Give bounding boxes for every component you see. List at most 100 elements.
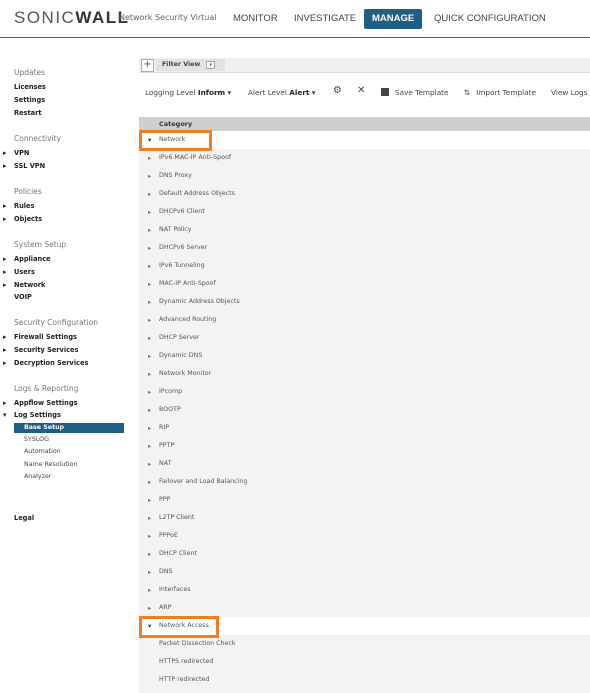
expand-toggle-icon[interactable]: ▸ bbox=[148, 347, 151, 365]
expand-toggle-icon[interactable]: ▸ bbox=[148, 329, 151, 347]
category-row[interactable]: ▸ DHCP Server bbox=[139, 329, 590, 347]
logging-level-select[interactable]: Logging Level Inform ▾ bbox=[145, 88, 231, 97]
sidebar-item-firewall-settings[interactable]: Firewall Settings bbox=[3, 333, 77, 341]
expand-toggle-icon[interactable]: ▸ bbox=[148, 257, 151, 275]
sidebar-item-appliance[interactable]: Appliance bbox=[3, 255, 50, 263]
expand-toggle-icon[interactable]: ▸ bbox=[148, 185, 151, 203]
nav-quick-configuration[interactable]: QUICK CONFIGURATION bbox=[434, 9, 546, 29]
category-row[interactable]: ▸ DHCPv6 Server bbox=[139, 239, 590, 257]
category-row[interactable]: ▸ DNS bbox=[139, 563, 590, 581]
category-row[interactable]: ▸ Dynamic DNS bbox=[139, 347, 590, 365]
sidebar-item-ssl-vpn[interactable]: SSL VPN bbox=[3, 162, 45, 170]
category-row[interactable]: ▸ IPv6 MAC-IP Anti-Spoof bbox=[139, 149, 590, 167]
expand-toggle-icon[interactable]: ▸ bbox=[148, 149, 151, 167]
expand-toggle-icon[interactable]: ▸ bbox=[148, 383, 151, 401]
category-row[interactable]: ▸ PPP bbox=[139, 491, 590, 509]
sidebar-item-appflow-settings[interactable]: Appflow Settings bbox=[3, 399, 78, 407]
expand-toggle-icon[interactable]: ▸ bbox=[148, 311, 151, 329]
add-filter-button[interactable]: + bbox=[141, 59, 154, 72]
category-row[interactable]: ▸ DHCP Client bbox=[139, 545, 590, 563]
filter-view-tab[interactable]: Filter View ▾ bbox=[156, 59, 226, 71]
category-label: Advanced Routing bbox=[159, 316, 217, 323]
category-row[interactable]: ▸ Interfaces bbox=[139, 581, 590, 599]
category-row[interactable]: ▸ BOOTP bbox=[139, 401, 590, 419]
sidebar-item-rules[interactable]: Rules bbox=[3, 202, 35, 210]
sidebar-subitem-name-resolution[interactable]: Name Resolution bbox=[24, 461, 77, 468]
view-logs-button[interactable]: View Logs bbox=[551, 88, 587, 97]
sidebar-item-security-services[interactable]: Security Services bbox=[3, 346, 78, 354]
category-label: DHCPv6 Client bbox=[159, 208, 205, 215]
expand-toggle-icon[interactable]: ▸ bbox=[148, 563, 151, 581]
category-row[interactable]: ▸ RIP bbox=[139, 419, 590, 437]
category-row[interactable]: ▸ DNS Proxy bbox=[139, 167, 590, 185]
expand-toggle-icon[interactable]: ▸ bbox=[148, 581, 151, 599]
expand-toggle-icon[interactable]: ▸ bbox=[148, 293, 151, 311]
category-row[interactable]: ▸ IPv6 Tunneling bbox=[139, 257, 590, 275]
sonicwall-logo: SONICWALL bbox=[14, 8, 130, 27]
sidebar-item-log-settings[interactable]: ▾ Log Settings bbox=[3, 411, 61, 419]
sidebar-item-legal[interactable]: Legal bbox=[14, 514, 34, 522]
close-icon[interactable]: ✕ bbox=[357, 85, 365, 96]
expand-toggle-icon[interactable]: ▸ bbox=[148, 419, 151, 437]
expand-toggle-icon[interactable]: ▸ bbox=[148, 599, 151, 617]
expand-toggle-icon[interactable]: ▸ bbox=[148, 473, 151, 491]
category-row[interactable]: ▸ IPcomp bbox=[139, 383, 590, 401]
expand-toggle-icon[interactable]: ▸ bbox=[148, 167, 151, 185]
category-row[interactable]: ▸ ARP bbox=[139, 599, 590, 617]
expand-toggle-icon[interactable]: ▸ bbox=[148, 203, 151, 221]
nav-investigate[interactable]: INVESTIGATE bbox=[294, 9, 356, 29]
category-row[interactable]: ▸ Network Monitor bbox=[139, 365, 590, 383]
sidebar-item-settings[interactable]: Settings bbox=[14, 96, 45, 104]
dropdown-icon[interactable]: ▾ bbox=[206, 61, 216, 69]
expand-toggle-icon[interactable]: ▸ bbox=[148, 239, 151, 257]
expand-toggle-icon[interactable]: ▸ bbox=[148, 491, 151, 509]
expand-toggle-icon[interactable]: ▸ bbox=[148, 275, 151, 293]
nav-monitor[interactable]: MONITOR bbox=[233, 9, 278, 29]
alert-level-select[interactable]: Alert Level Alert ▾ bbox=[248, 88, 315, 97]
category-row[interactable]: ▸ Advanced Routing bbox=[139, 311, 590, 329]
sidebar-item-voip[interactable]: VOIP bbox=[14, 293, 32, 301]
sidebar-item-decryption-services[interactable]: Decryption Services bbox=[3, 359, 88, 367]
category-row[interactable]: ▸ Dynamic Address Objects bbox=[139, 293, 590, 311]
expand-toggle-icon[interactable]: ▸ bbox=[148, 527, 151, 545]
sidebar-item-users[interactable]: Users bbox=[3, 268, 35, 276]
category-row[interactable]: ▸ PPTP bbox=[139, 437, 590, 455]
sidebar-item-network[interactable]: Network bbox=[3, 281, 46, 289]
save-icon bbox=[381, 88, 389, 96]
chevron-down-icon: ▾ bbox=[311, 88, 316, 97]
category-row[interactable]: ▸ MAC-IP Anti-Spoof bbox=[139, 275, 590, 293]
sidebar-item-restart[interactable]: Restart bbox=[14, 109, 41, 117]
category-row[interactable]: ▸ DHCPv6 Client bbox=[139, 203, 590, 221]
sidebar-subitem-analyzer[interactable]: Analyzer bbox=[24, 473, 51, 480]
sidebar-subitem-automation[interactable]: Automation bbox=[24, 448, 61, 455]
save-template-button[interactable]: Save Template bbox=[381, 88, 449, 97]
nav-manage[interactable]: MANAGE bbox=[364, 9, 423, 29]
category-row[interactable]: ▸ L2TP Client bbox=[139, 509, 590, 527]
subcategory-row[interactable]: HTTP redirected bbox=[139, 671, 590, 689]
category-row[interactable]: ▸ PPPoE bbox=[139, 527, 590, 545]
expand-toggle-icon[interactable]: ▸ bbox=[148, 545, 151, 563]
category-row[interactable]: ▸ Default Address Objects bbox=[139, 185, 590, 203]
gear-icon[interactable]: ⚙ bbox=[333, 85, 342, 96]
sidebar-item-objects[interactable]: Objects bbox=[3, 215, 42, 223]
category-row[interactable]: ▸ Failover and Load Balancing bbox=[139, 473, 590, 491]
sidebar-item-licenses[interactable]: Licenses bbox=[14, 83, 46, 91]
sidebar-item-vpn[interactable]: VPN bbox=[3, 149, 30, 157]
category-row[interactable]: ▸ NAT Policy bbox=[139, 221, 590, 239]
expand-toggle-icon[interactable]: ▸ bbox=[148, 437, 151, 455]
expand-toggle-icon[interactable]: ▸ bbox=[148, 401, 151, 419]
sidebar-subitem-base-setup[interactable]: Base Setup bbox=[14, 423, 124, 433]
category-label: DHCPv6 Server bbox=[159, 244, 208, 251]
sidebar-section-system-setup: System Setup bbox=[14, 240, 67, 249]
sidebar-subitem-syslog[interactable]: SYSLOG bbox=[24, 436, 49, 443]
subcategory-row[interactable]: HTTPS redirected bbox=[139, 653, 590, 671]
expand-toggle-icon[interactable]: ▸ bbox=[148, 509, 151, 527]
category-label: PPTP bbox=[159, 442, 175, 449]
expand-toggle-icon[interactable]: ▸ bbox=[148, 221, 151, 239]
expand-toggle-icon[interactable]: ▸ bbox=[148, 365, 151, 383]
expand-toggle-icon[interactable]: ▸ bbox=[148, 455, 151, 473]
category-label: DHCP Client bbox=[159, 550, 198, 557]
import-template-button[interactable]: ⇅ Import Template bbox=[464, 88, 536, 97]
category-row[interactable]: ▸ NAT bbox=[139, 455, 590, 473]
category-label: DNS bbox=[159, 568, 173, 575]
